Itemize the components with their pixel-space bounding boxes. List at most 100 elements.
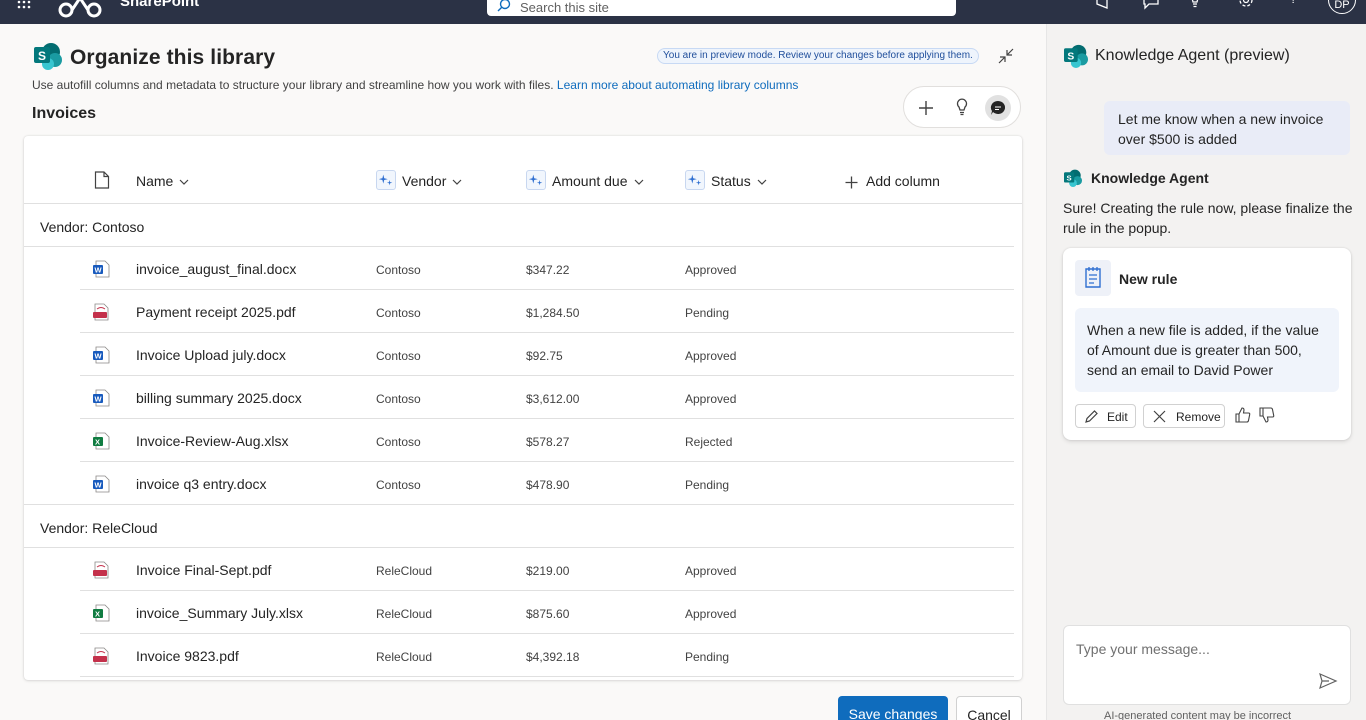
table-row[interactable]: Payment receipt 2025.pdf Contoso $1,284.…	[80, 290, 1014, 333]
excel-file-icon: X	[93, 432, 110, 450]
file-name[interactable]: invoice q3 entry.docx	[136, 476, 266, 492]
agent-panel-title: Knowledge Agent (preview)	[1095, 47, 1290, 64]
thumbs-down-icon[interactable]	[1258, 406, 1276, 424]
status-cell: Approved	[685, 392, 737, 406]
add-icon[interactable]	[913, 95, 939, 121]
message-composer[interactable]: Type your message...	[1063, 625, 1351, 705]
column-header-vendor[interactable]: Vendor	[402, 172, 462, 190]
add-icon	[845, 176, 858, 189]
status-cell: Pending	[685, 306, 730, 320]
table-row[interactable]: Invoice 9823.pdf ReleCloud $4,392.18 Pen…	[80, 634, 1014, 677]
search-box[interactable]: Search this site	[487, 0, 956, 16]
status-cell: Rejected	[685, 435, 733, 449]
table-row[interactable]: X Invoice-Review-Aug.xlsx Contoso $578.2…	[80, 419, 1014, 462]
amount-cell: $4,392.18	[526, 650, 580, 664]
amount-cell: $578.27	[526, 435, 570, 449]
table-row[interactable]: W billing summary 2025.docx Contoso $3,6…	[80, 376, 1014, 419]
column-amount-label: Amount due	[552, 173, 628, 189]
library-table: Name Vendor Amount due Status Add column…	[24, 136, 1022, 680]
svg-text:?: ?	[1290, 0, 1297, 6]
svg-text:W: W	[95, 266, 103, 275]
pdf-file-icon	[93, 303, 109, 321]
status-cell: Approved	[685, 564, 737, 578]
vendor-cell: Contoso	[376, 349, 421, 363]
organize-library-panel: S Organize this library You are in previ…	[0, 24, 1046, 720]
rule-icon-wrap	[1075, 260, 1111, 296]
file-name[interactable]: billing summary 2025.docx	[136, 390, 302, 406]
group-header-relecloud[interactable]: Vendor: ReleCloud	[40, 520, 158, 536]
table-row[interactable]: X invoice_Summary July.xlsx ReleCloud $8…	[80, 591, 1014, 634]
excel-file-icon: X	[93, 604, 110, 622]
thumbs-up-icon[interactable]	[1234, 406, 1252, 424]
message-input[interactable]: Type your message...	[1076, 641, 1210, 657]
table-row[interactable]: W invoice q3 entry.docx Contoso $478.90 …	[80, 462, 1014, 505]
pencil-icon	[1085, 410, 1098, 423]
file-name[interactable]: invoice_Summary July.xlsx	[136, 605, 303, 621]
group-header-contoso[interactable]: Vendor: Contoso	[40, 219, 144, 235]
cancel-button[interactable]: Cancel	[956, 696, 1022, 720]
edit-rule-button[interactable]: Edit	[1075, 404, 1136, 428]
file-name[interactable]: Invoice-Review-Aug.xlsx	[136, 433, 289, 449]
autofill-sparkle-icon	[376, 170, 396, 190]
learn-more-link[interactable]: Learn more about automating library colu…	[557, 78, 798, 92]
user-message: Let me know when a new invoice over $500…	[1104, 101, 1350, 155]
save-changes-button[interactable]: Save changes	[838, 696, 948, 720]
table-row[interactable]: W invoice_august_final.docx Contoso $347…	[80, 247, 1014, 290]
search-input[interactable]: Search this site	[520, 1, 609, 15]
svg-text:X: X	[95, 438, 100, 447]
sharepoint-agent-icon: S	[1064, 169, 1082, 187]
user-avatar[interactable]: DP	[1328, 0, 1356, 14]
agent-reply: Sure! Creating the rule now, please fina…	[1063, 200, 1353, 236]
column-header-status[interactable]: Status	[711, 172, 767, 190]
agent-name: Knowledge Agent	[1091, 170, 1209, 186]
pdf-file-icon	[93, 561, 109, 579]
amount-cell: $347.22	[526, 263, 570, 277]
megaphone-icon[interactable]	[1094, 0, 1112, 10]
chevron-down-icon	[634, 179, 643, 186]
waffle-icon[interactable]	[16, 0, 32, 10]
feedback-icon[interactable]	[1142, 0, 1160, 10]
chevron-down-icon	[179, 179, 189, 186]
help-icon[interactable]: ?	[1285, 0, 1303, 10]
column-name-label: Name	[136, 173, 174, 189]
vendor-cell: ReleCloud	[376, 564, 433, 578]
sharepoint-agent-icon: S	[1064, 44, 1088, 68]
autofill-sparkle-icon	[685, 170, 705, 190]
send-icon[interactable]	[1318, 672, 1338, 690]
table-header: Name Vendor Amount due Status Add column	[24, 136, 1022, 204]
library-name: Invoices	[32, 105, 97, 122]
chevron-down-icon	[757, 179, 767, 186]
file-name[interactable]: Invoice Upload july.docx	[136, 347, 286, 363]
settings-icon[interactable]	[1237, 0, 1255, 10]
remove-rule-button[interactable]: Remove	[1143, 404, 1225, 428]
collapse-icon[interactable]	[998, 48, 1014, 64]
add-column-button[interactable]: Add column	[845, 172, 940, 190]
table-row[interactable]: W Invoice Upload july.docx Contoso $92.7…	[80, 333, 1014, 376]
file-name[interactable]: Payment receipt 2025.pdf	[136, 304, 296, 320]
search-icon	[497, 0, 511, 12]
ai-disclaimer: AI-generated content may be incorrect	[1104, 710, 1292, 720]
column-header-name[interactable]: Name	[136, 172, 189, 190]
amount-cell: $3,612.00	[526, 392, 580, 406]
rule-document-icon	[1085, 267, 1101, 288]
remove-label: Remove	[1176, 410, 1221, 424]
sharepoint-logo-icon[interactable]	[58, 0, 102, 20]
status-cell: Pending	[685, 650, 730, 664]
table-row[interactable]: Invoice Final-Sept.pdf ReleCloud $219.00…	[80, 548, 1014, 591]
file-name[interactable]: Invoice 9823.pdf	[136, 648, 239, 664]
sharepoint-site-icon: S	[34, 43, 62, 70]
lightbulb-icon[interactable]	[1186, 0, 1204, 10]
column-header-amount[interactable]: Amount due	[552, 172, 644, 190]
vendor-cell: Contoso	[376, 392, 421, 406]
file-name[interactable]: invoice_august_final.docx	[136, 261, 296, 277]
status-cell: Pending	[685, 478, 730, 492]
pdf-file-icon	[93, 647, 109, 665]
chat-button[interactable]	[985, 95, 1011, 121]
column-vendor-label: Vendor	[402, 173, 447, 189]
status-cell: Approved	[685, 607, 737, 621]
lightbulb-icon[interactable]	[949, 95, 975, 121]
file-name[interactable]: Invoice Final-Sept.pdf	[136, 562, 271, 578]
brand-name[interactable]: SharePoint	[120, 0, 199, 10]
knowledge-agent-panel: S Knowledge Agent (preview) Let me know …	[1046, 24, 1366, 720]
page-subtitle: Use autofill columns and metadata to str…	[32, 78, 798, 92]
